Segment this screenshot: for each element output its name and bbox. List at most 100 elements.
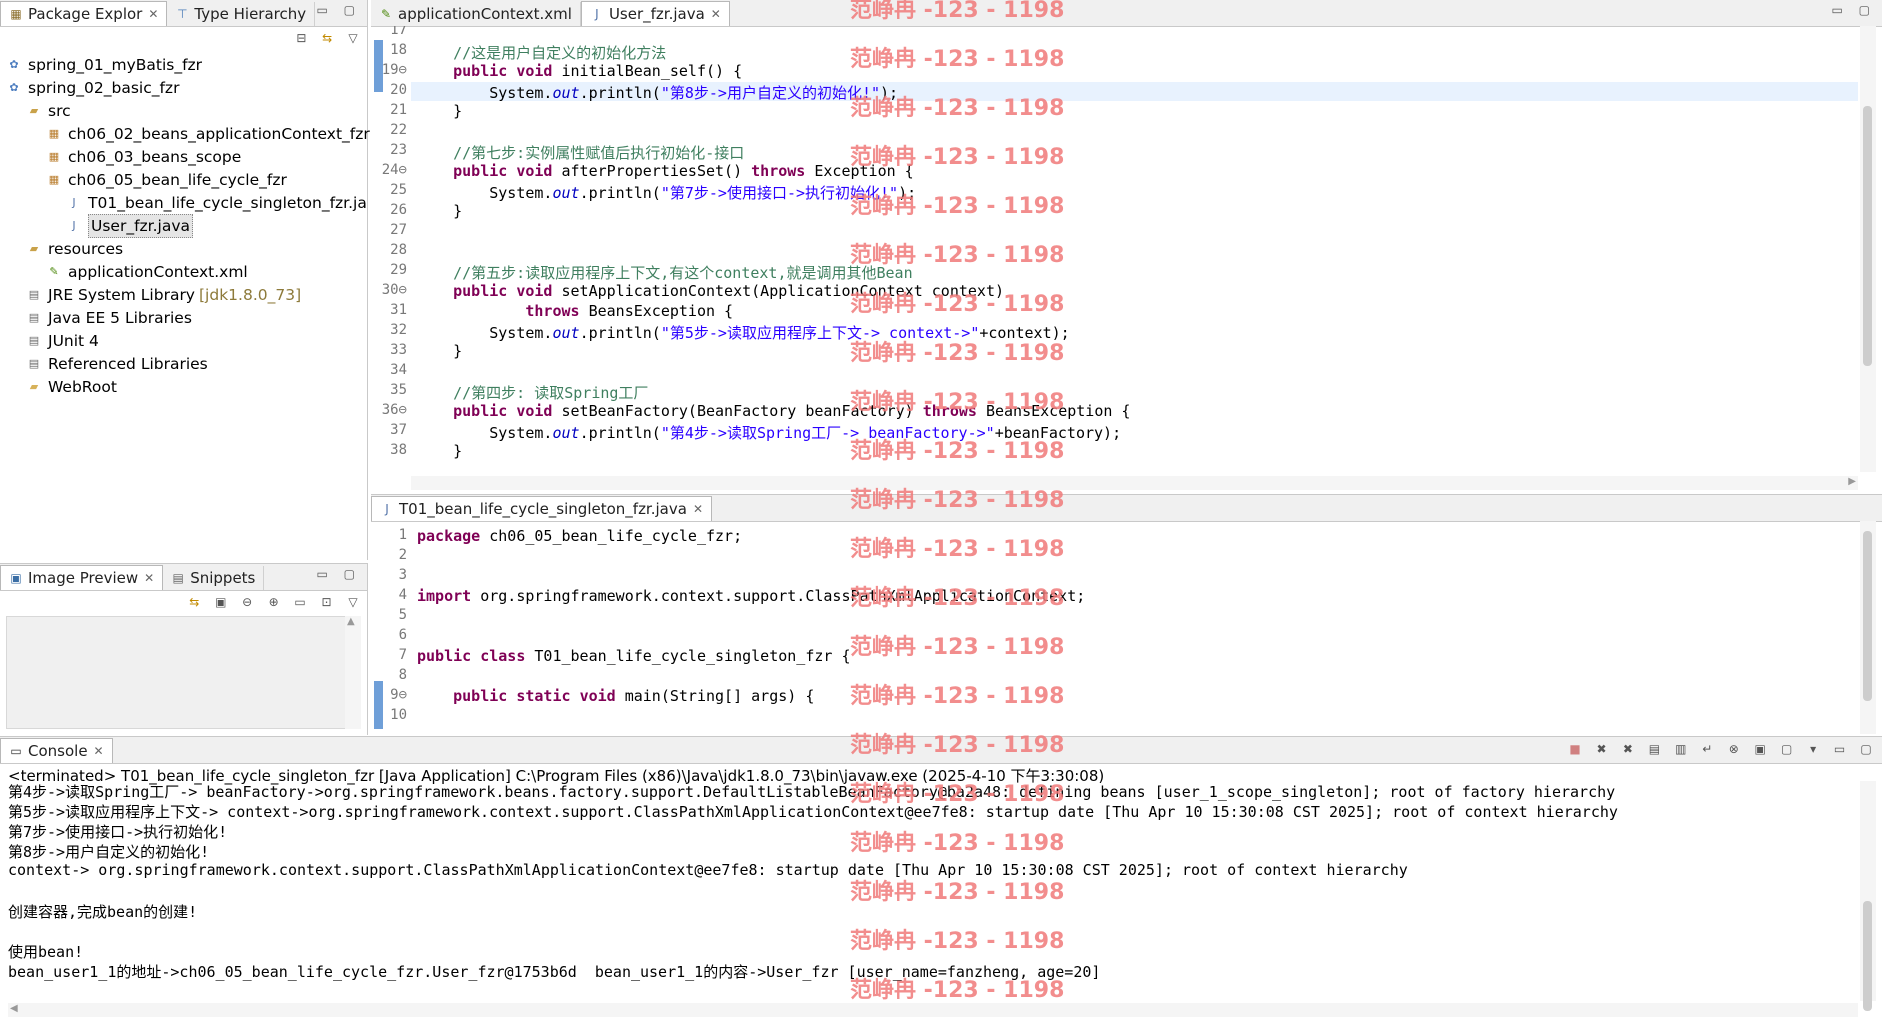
actual-size-icon[interactable]: ⊡ bbox=[319, 594, 335, 610]
zoom-out-icon[interactable]: ⊖ bbox=[239, 594, 255, 610]
minimize-maximize-icon[interactable]: ▭ ▢ bbox=[317, 3, 362, 17]
console-line: 使用bean! bbox=[8, 943, 84, 961]
line-number: 3 bbox=[398, 567, 407, 583]
line-number: 24⊖ bbox=[381, 162, 407, 178]
tree-item[interactable]: ▰ WebRoot bbox=[26, 376, 117, 398]
tab-snippets[interactable]: ▤ Snippets bbox=[163, 566, 265, 590]
preview-scrollbar[interactable]: ▲ bbox=[345, 616, 361, 729]
scroll-thumb[interactable] bbox=[1863, 106, 1872, 366]
tab-type-hierarchy[interactable]: ⊤ Type Hierarchy bbox=[167, 2, 316, 26]
xml-file-icon: ✎ bbox=[380, 7, 392, 21]
code-line: import org.springframework.context.suppo… bbox=[417, 587, 1086, 605]
scroll-thumb[interactable] bbox=[1863, 901, 1872, 1011]
scroll-up-icon[interactable]: ▲ bbox=[347, 616, 355, 627]
editor-bottom-scrollbar[interactable] bbox=[1860, 521, 1876, 734]
display-selected-console-icon[interactable]: ▣ bbox=[1752, 741, 1768, 757]
tab-package-explorer[interactable]: ▦ Package Explor ✕ bbox=[0, 1, 168, 26]
tree-item[interactable]: ▦ ch06_02_beans_applicationContext_fzr bbox=[46, 123, 370, 145]
tree-item[interactable]: J User_fzr.java bbox=[66, 214, 194, 238]
console-line: 第4步->读取Spring工厂-> beanFactory->org.sprin… bbox=[8, 783, 1616, 801]
terminate-icon[interactable]: ■ bbox=[1567, 741, 1583, 757]
package-icon: ▦ bbox=[48, 127, 60, 140]
close-icon[interactable]: ✕ bbox=[144, 571, 154, 585]
line-number: 8 bbox=[398, 667, 407, 683]
tree-item[interactable]: ✎ applicationContext.xml bbox=[46, 261, 248, 283]
code-line: } bbox=[417, 102, 463, 120]
tab-console[interactable]: ▭ Console ✕ bbox=[0, 738, 113, 763]
console-icon: ▭ bbox=[10, 744, 22, 758]
remove-all-icon[interactable]: ✖ bbox=[1620, 741, 1636, 757]
tree-item[interactable]: ▤ Referenced Libraries bbox=[26, 353, 208, 375]
scroll-thumb[interactable] bbox=[1863, 531, 1872, 701]
image-icon[interactable]: ▣ bbox=[213, 594, 229, 610]
minimize-maximize-icon[interactable]: ▭ ▢ bbox=[317, 567, 362, 581]
tree-item-label: ch06_05_bean_life_cycle_fzr bbox=[68, 171, 287, 189]
tree-item[interactable]: ▤ JRE System Library [jdk1.8.0_73] bbox=[26, 284, 301, 306]
clear-console-icon[interactable]: ▤ bbox=[1646, 741, 1662, 757]
code-line: //第七步:实例属性赋值后执行初始化-接口 bbox=[453, 144, 745, 162]
code-line: } bbox=[417, 202, 463, 220]
tab-applicationcontext-xml[interactable]: ✎ applicationContext.xml bbox=[371, 2, 581, 26]
line-number: 17 bbox=[390, 26, 407, 38]
remove-launch-icon[interactable]: ✖ bbox=[1593, 741, 1609, 757]
tab-user-fzr-java[interactable]: J User_fzr.java ✕ bbox=[580, 1, 730, 26]
console-output[interactable]: 第4步->读取Spring工厂-> beanFactory->org.sprin… bbox=[0, 781, 1858, 1001]
pin-console-icon[interactable]: ⊗ bbox=[1726, 741, 1742, 757]
tab-image-preview[interactable]: ▣ Image Preview ✕ bbox=[0, 565, 164, 590]
close-icon[interactable]: ✕ bbox=[94, 744, 104, 758]
hierarchy-icon: ⊤ bbox=[177, 7, 188, 21]
editor-scrollbar[interactable] bbox=[1860, 26, 1876, 472]
java-file-icon: J bbox=[595, 7, 599, 21]
close-icon[interactable]: ✕ bbox=[148, 7, 158, 21]
line-number: 9⊖ bbox=[390, 687, 407, 703]
tab-t01-java[interactable]: J T01_bean_life_cycle_singleton_fzr.java… bbox=[371, 496, 712, 521]
maximize-icon[interactable]: ▢ bbox=[1858, 741, 1874, 757]
line-number: 2 bbox=[398, 547, 407, 563]
close-icon[interactable]: ✕ bbox=[711, 7, 721, 21]
tree-item[interactable]: J T01_bean_life_cycle_singleton_fzr.ja bbox=[66, 192, 366, 214]
zoom-in-icon[interactable]: ⊕ bbox=[266, 594, 282, 610]
console-horizontal-scrollbar[interactable]: ◀ bbox=[8, 1003, 1858, 1017]
tree-item-label: spring_02_basic_fzr bbox=[28, 79, 180, 97]
java-file-icon: J bbox=[72, 196, 76, 209]
open-console-icon[interactable]: ▢ bbox=[1779, 741, 1795, 757]
tree-item[interactable]: ▦ ch06_05_bean_life_cycle_fzr bbox=[46, 169, 287, 191]
horizontal-scrollbar[interactable]: ▶ bbox=[411, 476, 1858, 490]
tree-item[interactable]: ✿ spring_02_basic_fzr bbox=[6, 77, 179, 99]
link-icon[interactable]: ⇆ bbox=[186, 594, 202, 610]
tree-item-label: ch06_02_beans_applicationContext_fzr bbox=[68, 125, 370, 143]
minimize-maximize-icon[interactable]: ▭ ▢ bbox=[1832, 3, 1877, 17]
code-area-top[interactable]: 17 18 //这是用户自定义的初始化方法 19⊖ public void init… bbox=[371, 26, 1882, 472]
tree-item[interactable]: ▦ ch06_03_beans_scope bbox=[46, 146, 241, 168]
code-area-bottom[interactable]: 1 package ch06_05_bean_life_cycle_fzr; 2 3 4… bbox=[371, 521, 1882, 734]
minimize-icon[interactable]: ▭ bbox=[1832, 741, 1848, 757]
line-number: 35 bbox=[390, 382, 407, 398]
image-preview-pane: ▣ Image Preview ✕ ▤ Snippets ▭ ▢ ⇆ ▣ ⊖ ⊕… bbox=[0, 563, 368, 735]
image-preview-canvas bbox=[6, 616, 361, 729]
scroll-lock-icon[interactable]: ▥ bbox=[1673, 741, 1689, 757]
scroll-right-icon[interactable]: ▶ bbox=[1848, 476, 1856, 487]
fit-icon[interactable]: ▭ bbox=[292, 594, 308, 610]
tree-item-label: applicationContext.xml bbox=[68, 263, 248, 281]
tree-item-label: JRE System Library bbox=[48, 286, 195, 304]
view-menu-icon[interactable]: ▽ bbox=[345, 594, 361, 610]
scroll-left-icon[interactable]: ◀ bbox=[10, 1003, 18, 1014]
console-line: 第5步->读取应用程序上下文-> context->org.springfram… bbox=[8, 803, 1618, 821]
editor-bottom-tabbar: J T01_bean_life_cycle_singleton_fzr.java… bbox=[371, 495, 1882, 522]
tree-item[interactable]: ▰ resources bbox=[26, 238, 123, 260]
line-number: 32 bbox=[390, 322, 407, 338]
tree-item[interactable]: ▤ Java EE 5 Libraries bbox=[26, 307, 192, 329]
tree-item[interactable]: ▰ src bbox=[26, 100, 71, 122]
tree-item-label: User_fzr.java bbox=[88, 214, 194, 238]
word-wrap-icon[interactable]: ↵ bbox=[1699, 741, 1715, 757]
tree-item[interactable]: ▤ JUnit 4 bbox=[26, 330, 99, 352]
console-line: bean_user1_1的地址->ch06_05_bean_life_cycle… bbox=[8, 963, 1101, 981]
line-number: 5 bbox=[398, 607, 407, 623]
tree-item-label: Java EE 5 Libraries bbox=[48, 309, 192, 327]
close-icon[interactable]: ✕ bbox=[693, 502, 703, 516]
console-scrollbar[interactable] bbox=[1860, 781, 1876, 1011]
tree-item-label: spring_01_myBatis_fzr bbox=[28, 56, 203, 74]
view-menu-icon[interactable]: ▾ bbox=[1805, 741, 1821, 757]
tree-item[interactable]: ✿ spring_01_myBatis_fzr bbox=[6, 54, 202, 76]
console-line: 第7步->使用接口->执行初始化! bbox=[8, 823, 228, 841]
